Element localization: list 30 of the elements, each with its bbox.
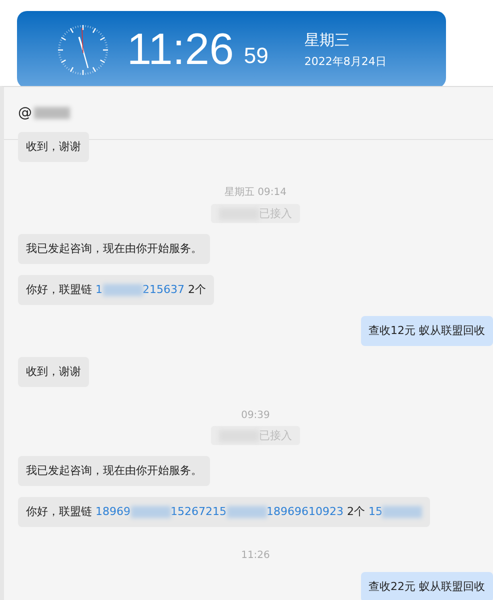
message-text: 你好，联盟链 [26,283,93,296]
blur-mark [102,284,142,296]
weekday: 星期三 [304,30,350,50]
clock-time: 11:26 [127,24,234,74]
blur-mark [382,506,422,518]
chat-title: @ [18,105,32,121]
timestamp: 星期五 09:14 [224,186,286,199]
phone-link[interactable]: 1 [96,283,102,296]
message-text: 2个 [186,283,206,296]
phone-link[interactable]: 215637 [142,283,184,296]
message-text: 收到，谢谢 [26,365,81,378]
message-text: 我已发起咨询，现在由你开始服务。 [26,464,202,477]
phone-link[interactable]: 15267215 [170,505,226,518]
timestamp: 11:26 [241,550,270,561]
message-text: 我已发起咨询，现在由你开始服务。 [26,242,202,255]
message-text: 查收12元 蚁从联盟回收 [368,324,485,337]
clock-icon [57,24,109,76]
message-text: 收到，谢谢 [26,140,81,153]
timestamp: 09:39 [241,410,270,421]
phone-link[interactable]: 18969 [96,505,130,518]
clock-seconds: 59 [244,42,268,68]
phone-link[interactable]: 15 [368,505,382,518]
blur-mark [130,506,170,518]
blur-mark [34,107,70,119]
message-text: 你好，联盟链 [26,505,93,518]
message-text: 2个 [346,505,366,518]
message-text: 查收22元 蚁从联盟回收 [368,580,485,593]
phone-link[interactable]: 18969610923 [266,505,344,518]
date: 2022年8月24日 [304,54,386,68]
blur-mark [226,506,266,518]
